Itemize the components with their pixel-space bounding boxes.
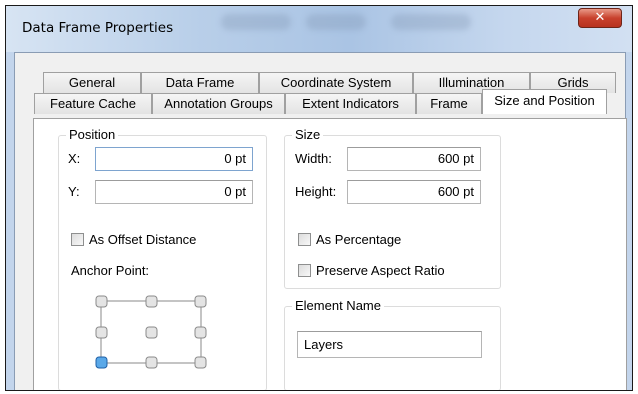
- element-name-group-title: Element Name: [292, 298, 384, 313]
- title-bar-blur: [221, 14, 291, 30]
- as-percentage-checkbox-box[interactable]: [298, 233, 311, 246]
- offset-distance-checkbox-box[interactable]: [71, 233, 84, 246]
- preserve-aspect-ratio-checkbox[interactable]: Preserve Aspect Ratio: [298, 260, 445, 278]
- anchor-point-center[interactable]: [145, 326, 158, 339]
- size-group: Size Width: 600 pt Height: 600 pt As Per…: [284, 127, 501, 289]
- close-button[interactable]: ✕: [578, 8, 622, 28]
- anchor-point-middle-right[interactable]: [194, 326, 207, 339]
- anchor-point-top-center[interactable]: [145, 295, 158, 308]
- tab-feature-cache[interactable]: Feature Cache: [34, 93, 152, 114]
- position-group: Position X: 0 pt Y: 0 pt As Offset Dista…: [58, 127, 267, 390]
- tab-size-and-position[interactable]: Size and Position: [482, 89, 607, 114]
- dialog-window: Data Frame Properties ✕ General Data Fra…: [5, 5, 633, 391]
- x-label: X:: [68, 151, 81, 166]
- title-bar[interactable]: Data Frame Properties ✕: [6, 6, 632, 52]
- anchor-point-top-left[interactable]: [95, 295, 108, 308]
- anchor-point-bottom-right[interactable]: [194, 356, 207, 369]
- size-position-panel: Position X: 0 pt Y: 0 pt As Offset Dista…: [33, 118, 627, 390]
- tab-extent-indicators[interactable]: Extent Indicators: [285, 93, 416, 114]
- tab-frame[interactable]: Frame: [416, 93, 482, 114]
- anchor-point-bottom-left[interactable]: [95, 356, 108, 369]
- as-percentage-label: As Percentage: [316, 232, 402, 247]
- tab-coordinate-system[interactable]: Coordinate System: [259, 72, 413, 93]
- width-label: Width:: [295, 151, 332, 166]
- anchor-point-label: Anchor Point:: [71, 263, 150, 278]
- anchor-point-middle-left[interactable]: [95, 326, 108, 339]
- as-percentage-checkbox[interactable]: As Percentage: [298, 229, 402, 247]
- height-field[interactable]: 600 pt: [347, 180, 481, 204]
- anchor-point-bottom-center[interactable]: [145, 356, 158, 369]
- position-group-title: Position: [66, 127, 119, 142]
- preserve-aspect-ratio-checkbox-box[interactable]: [298, 264, 311, 277]
- tab-data-frame[interactable]: Data Frame: [141, 72, 259, 93]
- x-field[interactable]: 0 pt: [95, 147, 253, 171]
- dialog-client-area: General Data Frame Coordinate System Ill…: [14, 52, 627, 390]
- y-field[interactable]: 0 pt: [95, 180, 253, 204]
- height-label: Height:: [295, 184, 337, 199]
- title-bar-blur: [391, 14, 471, 30]
- element-name-field[interactable]: Layers: [297, 331, 482, 358]
- offset-distance-label: As Offset Distance: [89, 232, 197, 247]
- tab-general[interactable]: General: [43, 72, 141, 93]
- anchor-point-grid: [95, 295, 207, 369]
- y-label: Y:: [68, 184, 80, 199]
- element-name-group: Element Name Layers: [284, 298, 501, 390]
- width-field[interactable]: 600 pt: [347, 147, 481, 171]
- tab-annotation-groups[interactable]: Annotation Groups: [152, 93, 285, 114]
- title-bar-blur: [306, 14, 366, 30]
- window-title: Data Frame Properties: [22, 20, 174, 36]
- preserve-aspect-ratio-label: Preserve Aspect Ratio: [316, 263, 445, 278]
- anchor-point-top-right[interactable]: [194, 295, 207, 308]
- size-group-title: Size: [292, 127, 324, 142]
- offset-distance-checkbox[interactable]: As Offset Distance: [71, 229, 197, 247]
